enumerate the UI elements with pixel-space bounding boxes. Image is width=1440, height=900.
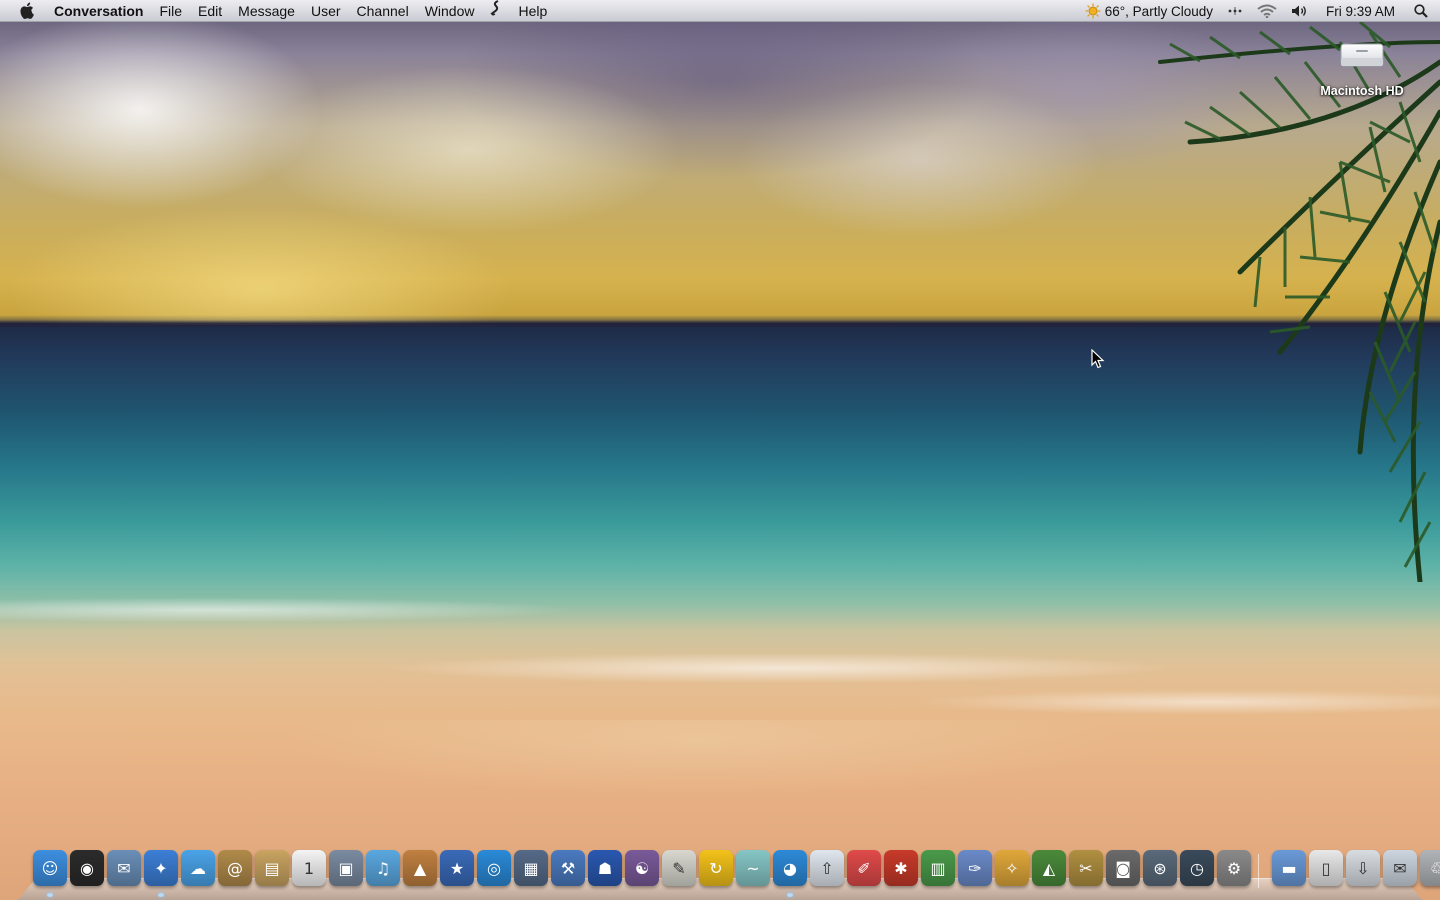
dock-finder-icon[interactable]: ☺ bbox=[33, 850, 67, 886]
dock-numbers-icon[interactable]: ▥ bbox=[921, 850, 955, 886]
dock-twhirl-icon[interactable]: ~ bbox=[736, 850, 770, 886]
dock-colloquy-icon[interactable]: ☯ bbox=[625, 850, 659, 886]
dock-ladybug-icon[interactable]: ✱ bbox=[884, 850, 918, 886]
dock-running-indicator bbox=[47, 893, 53, 897]
apple-icon bbox=[19, 2, 34, 19]
dock-keynote-icon[interactable]: ✧ bbox=[995, 850, 1029, 886]
dock-idvd-icon[interactable]: ◎ bbox=[477, 850, 511, 886]
spotlight-search-icon bbox=[1414, 4, 1428, 18]
desktop-wallpaper bbox=[0, 0, 1440, 900]
script-icon bbox=[490, 0, 499, 16]
dock-network-utility-icon[interactable]: ⊛ bbox=[1143, 850, 1177, 886]
menu-extras: 66°, Partly Cloudy Fri 9:39 AM bbox=[1078, 0, 1440, 22]
dock-separator bbox=[1258, 854, 1259, 888]
dock-dashboard-icon[interactable]: ◉ bbox=[70, 850, 104, 886]
menu-app-name[interactable]: Conversation bbox=[52, 0, 151, 22]
menu-file[interactable]: File bbox=[151, 0, 190, 22]
dock-flickr-uploadr-icon[interactable]: ⇧ bbox=[810, 850, 844, 886]
dock-time-machine-icon[interactable]: ◷ bbox=[1180, 850, 1214, 886]
weather-status[interactable]: 66°, Partly Cloudy bbox=[1078, 0, 1220, 22]
menu-user[interactable]: User bbox=[303, 0, 349, 22]
dock-preview-icon[interactable]: ▣ bbox=[329, 850, 363, 886]
dock-imovie-icon[interactable]: ★ bbox=[440, 850, 474, 886]
dock-itunes-icon[interactable]: ♫ bbox=[366, 850, 400, 886]
dock-trash-icon[interactable]: ♲ bbox=[1420, 850, 1440, 886]
dock: ☺ ◉ ✉ ✦ ☁ @ ▤ 1 ▣ ♫ ▲ ★ ◎ ▦ ⚒ ☗ ☯ ✎ ↻ ~ ◕ ⇧ ✐ ✱ ▥ ✑ ✧ ◭ ✂ ◙ ⊛ ◷ ⚙ ▬ ▯ ⇩ ✉ ♲ bbox=[33, 850, 1440, 890]
dock-ical-icon[interactable]: 1 bbox=[292, 850, 326, 886]
wifi-icon bbox=[1257, 4, 1277, 18]
spotlight-button[interactable] bbox=[1407, 0, 1440, 22]
dock-running-indicator bbox=[787, 893, 793, 897]
dock-safari-icon[interactable]: ✦ bbox=[144, 850, 178, 886]
dock-adium-icon[interactable]: ◕ bbox=[773, 850, 807, 886]
dock-iphoto-calendar-icon[interactable]: ▤ bbox=[255, 850, 289, 886]
hard-drive-icon bbox=[1339, 38, 1385, 70]
dock-documents-stack-icon[interactable]: ▯ bbox=[1309, 850, 1343, 886]
dock-running-indicator bbox=[158, 893, 164, 897]
dock-ichat-icon[interactable]: ☁ bbox=[181, 850, 215, 886]
menu-bar: Conversation File Edit Message User Chan… bbox=[0, 0, 1440, 22]
palm-fronds bbox=[1158, 22, 1440, 582]
dock-sync-icon[interactable]: ↻ bbox=[699, 850, 733, 886]
macintosh-hd-icon[interactable]: Macintosh HD bbox=[1312, 38, 1412, 98]
dock-iphoto-icon[interactable]: ▲ bbox=[403, 850, 437, 886]
dock-screenshot-icon[interactable]: ◙ bbox=[1106, 850, 1140, 886]
menu-script[interactable] bbox=[482, 0, 510, 22]
apple-menu[interactable] bbox=[0, 0, 52, 22]
dock-mail-stack-icon[interactable]: ✉ bbox=[1383, 850, 1417, 886]
volume-status[interactable] bbox=[1284, 0, 1316, 22]
menu-edit[interactable]: Edit bbox=[190, 0, 230, 22]
dock-downloads-stack-icon[interactable]: ⇩ bbox=[1346, 850, 1380, 886]
bluetooth-dots-icon bbox=[1228, 7, 1242, 15]
menu-message[interactable]: Message bbox=[230, 0, 303, 22]
weather-text: 66°, Partly Cloudy bbox=[1104, 3, 1213, 19]
dock-address-book-icon[interactable]: @ bbox=[218, 850, 252, 886]
menu-help[interactable]: Help bbox=[510, 0, 555, 22]
menu-window[interactable]: Window bbox=[417, 0, 483, 22]
dock-system-preferences-icon[interactable]: ⚙ bbox=[1217, 850, 1251, 886]
bluetooth-status[interactable] bbox=[1220, 0, 1250, 22]
clock[interactable]: Fri 9:39 AM bbox=[1316, 0, 1407, 22]
menu-channel[interactable]: Channel bbox=[349, 0, 417, 22]
weather-sun-icon bbox=[1085, 3, 1101, 19]
dock-applications-folder-icon[interactable]: ▬ bbox=[1272, 850, 1306, 886]
dock-css-edit-icon[interactable]: ✐ bbox=[847, 850, 881, 886]
dock-textedit-icon[interactable]: ✎ bbox=[662, 850, 696, 886]
dock-mail-stamp-icon[interactable]: ✉ bbox=[107, 850, 141, 886]
dock-automator-icon[interactable]: ☗ bbox=[588, 850, 622, 886]
macintosh-hd-label: Macintosh HD bbox=[1320, 84, 1404, 98]
dock-photo-booth-icon[interactable]: ✂ bbox=[1069, 850, 1103, 886]
dock-pages-icon[interactable]: ✑ bbox=[958, 850, 992, 886]
dock-spaces-icon[interactable]: ▦ bbox=[514, 850, 548, 886]
dock-xcode-icon[interactable]: ⚒ bbox=[551, 850, 585, 886]
mouse-cursor-icon bbox=[1091, 349, 1105, 369]
wallpaper-surf bbox=[0, 590, 1440, 720]
dock-coda-icon[interactable]: ◭ bbox=[1032, 850, 1066, 886]
volume-icon bbox=[1291, 5, 1306, 17]
wifi-status[interactable] bbox=[1250, 0, 1284, 22]
